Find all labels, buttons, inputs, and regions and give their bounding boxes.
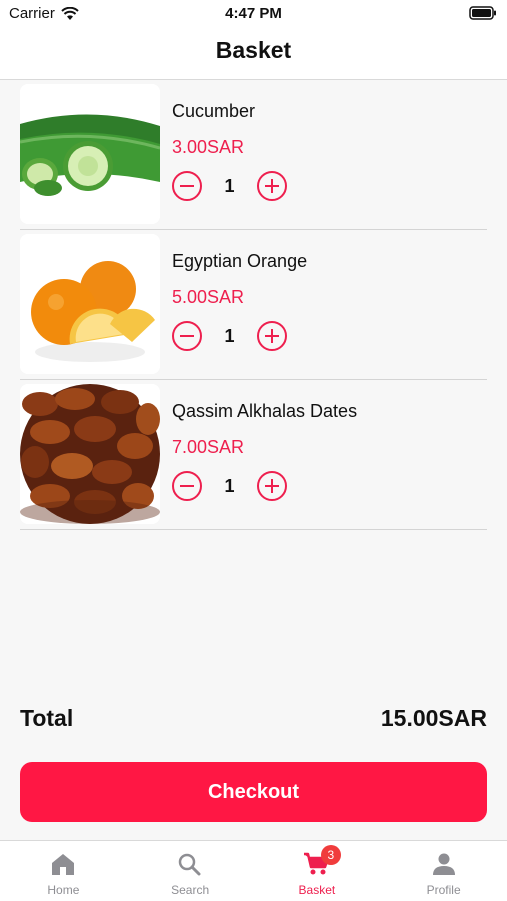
- tab-label: Profile: [426, 883, 461, 897]
- navigation-bar: Basket: [0, 28, 507, 80]
- quantity-value: 1: [224, 175, 235, 196]
- tab-search[interactable]: Search: [127, 841, 254, 901]
- item-price: 7.00SAR: [172, 437, 245, 457]
- home-icon: [50, 851, 76, 877]
- item-price: 5.00SAR: [172, 287, 245, 307]
- cart-count-badge: 3: [320, 845, 341, 865]
- decrease-quantity-button[interactable]: [172, 471, 202, 501]
- status-bar: Carrier 4:47 PM: [0, 0, 507, 28]
- quantity-stepper: 1: [172, 171, 287, 201]
- item-name: Cucumber: [172, 101, 256, 121]
- quantity-stepper: 1: [172, 471, 287, 501]
- increase-quantity-button[interactable]: [257, 321, 287, 351]
- decrease-quantity-button[interactable]: [172, 171, 202, 201]
- increase-quantity-button[interactable]: [257, 171, 287, 201]
- total-value: 15.00SAR: [380, 705, 487, 731]
- tab-bar: Home Search 3 Basket Profile: [0, 840, 507, 901]
- battery-area: [469, 6, 497, 25]
- profile-icon: [431, 851, 457, 877]
- basket-item: Egyptian Orange 5.00SAR 1: [20, 230, 487, 380]
- status-time: 4:47 PM: [225, 5, 282, 22]
- checkout-button[interactable]: Checkout: [20, 762, 487, 822]
- tab-label: Basket: [298, 883, 336, 897]
- tab-home[interactable]: Home: [0, 841, 127, 901]
- basket-list: Cucumber 3.00SAR 1 Egyptian Orange 5.00S…: [20, 80, 487, 530]
- basket-item: Qassim Alkhalas Dates 7.00SAR 1: [20, 380, 487, 530]
- basket-item: Cucumber 3.00SAR 1: [20, 80, 487, 230]
- quantity-value: 1: [224, 325, 235, 346]
- cart-icon: 3: [303, 845, 341, 877]
- total-row: Total 15.00SAR: [20, 705, 487, 735]
- orange-image: [20, 234, 160, 374]
- battery-icon: [469, 6, 496, 20]
- total-label: Total: [20, 705, 74, 731]
- item-price: 3.00SAR: [172, 137, 245, 157]
- quantity-value: 1: [224, 475, 235, 496]
- cucumber-image: [20, 84, 160, 224]
- tab-basket[interactable]: 3 Basket: [254, 841, 381, 901]
- increase-quantity-button[interactable]: [257, 471, 287, 501]
- decrease-quantity-button[interactable]: [172, 321, 202, 351]
- tab-profile[interactable]: Profile: [380, 841, 507, 901]
- search-icon: [177, 851, 203, 877]
- quantity-stepper: 1: [172, 321, 287, 351]
- item-name: Egyptian Orange: [172, 251, 308, 271]
- tab-label: Home: [47, 883, 80, 897]
- tab-label: Search: [171, 883, 210, 897]
- page-title: Basket: [215, 37, 292, 63]
- dates-image: [20, 384, 160, 524]
- item-name: Qassim Alkhalas Dates: [172, 401, 358, 421]
